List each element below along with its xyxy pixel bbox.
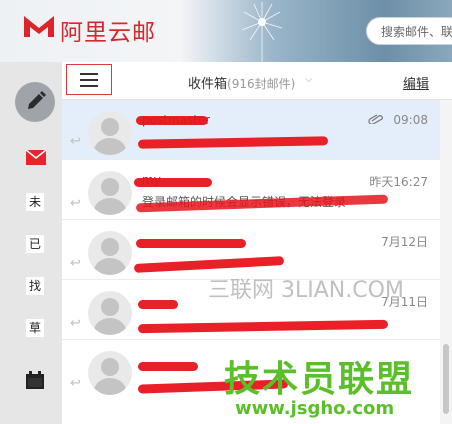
menu-icon-bar <box>80 79 98 81</box>
brand-title: 阿里云邮 <box>60 20 156 46</box>
attachment-icon <box>368 114 383 124</box>
folder-name: 收件箱 <box>188 77 228 92</box>
sidebar-item-find[interactable]: 找 <box>26 277 44 295</box>
edit-button[interactable]: 编辑 <box>403 73 429 92</box>
message-time: 09:08 <box>393 113 428 127</box>
redaction-mark <box>136 116 208 125</box>
search-placeholder: 搜索邮件、联 <box>381 25 452 39</box>
sidebar-item-unread[interactable]: 未 <box>26 193 44 211</box>
redaction-mark <box>138 362 198 371</box>
left-sidebar: 未 已 找 草 <box>0 62 62 424</box>
folder-selector[interactable]: 收件箱(916封邮件) <box>188 73 295 92</box>
pencil-icon <box>28 91 46 109</box>
redaction-mark <box>133 256 285 273</box>
avatar <box>88 111 132 155</box>
compose-button[interactable] <box>15 82 55 122</box>
search-input[interactable]: 搜索邮件、联 <box>366 17 452 45</box>
dandelion-decoration <box>241 2 283 62</box>
replied-icon: ↩ <box>70 134 81 149</box>
replied-icon: ↩ <box>70 316 81 331</box>
avatar <box>88 231 132 275</box>
menu-icon <box>80 73 98 75</box>
message-row[interactable]: ↩ my 登录邮箱的时候会显示错误，无法登录 昨天16:27 <box>62 160 440 220</box>
redaction-mark <box>138 300 178 309</box>
redaction-mark <box>137 319 389 334</box>
replied-icon: ↩ <box>70 376 81 391</box>
folder-count: (916封邮件) <box>227 77 296 91</box>
scroll-thumb[interactable] <box>443 344 449 414</box>
chevron-down-icon[interactable]: ⌵ <box>305 74 313 85</box>
avatar <box>88 291 132 335</box>
replied-icon: ↩ <box>70 196 81 211</box>
calendar-icon[interactable] <box>26 371 44 389</box>
message-time: 昨天16:27 <box>369 175 428 189</box>
message-row[interactable]: ↩ 7月12日 <box>62 220 440 280</box>
message-time: 7月12日 <box>381 235 428 249</box>
menu-icon-bar <box>80 85 98 87</box>
watermark-3lian: 三联网 3LIAN.COM <box>208 278 404 303</box>
list-scrollbar[interactable] <box>440 100 452 424</box>
sidebar-item-drafts[interactable]: 草 <box>26 319 44 337</box>
redaction-mark <box>137 136 329 149</box>
message-row[interactable]: ↩ postmaster 09:08 <box>62 100 440 160</box>
redaction-mark <box>136 239 246 248</box>
app-header: 阿里云邮 搜索邮件、联 <box>0 0 452 62</box>
avatar <box>88 171 132 215</box>
replied-icon: ↩ <box>70 256 81 271</box>
watermark-jsgho-url: www.jsgho.com <box>235 398 395 419</box>
watermark-jsgho-title: 技术员联盟 <box>224 359 415 400</box>
menu-button[interactable] <box>66 64 112 95</box>
sidebar-item-sent[interactable]: 已 <box>26 235 44 253</box>
aliyun-mail-logo-icon <box>24 16 54 37</box>
avatar <box>88 351 132 395</box>
redaction-mark <box>134 178 212 187</box>
inbox-mail-icon[interactable] <box>26 150 46 165</box>
list-toolbar: 收件箱(916封邮件) ⌵ 编辑 <box>62 62 452 100</box>
